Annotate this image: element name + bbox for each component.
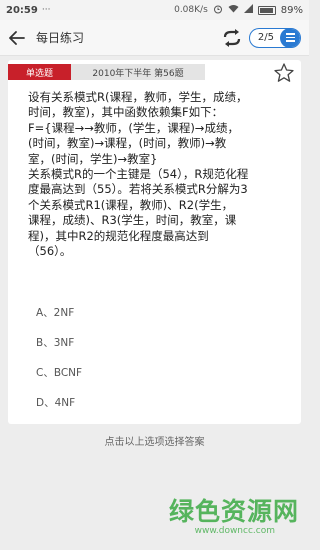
option-c[interactable]: C、BCNF [36, 366, 276, 381]
answer-hint: 点击以上选项选择答案 [104, 437, 205, 448]
alarm-icon [213, 4, 223, 17]
exam-source-tag: 2010年下半年 第56题 [71, 64, 205, 80]
notification-dots: ··· [41, 5, 51, 15]
answer-options: A、2NF B、3NF C、BCNF D、4NF [36, 306, 276, 426]
question-line: F={课程→→教师，(学生，课程)→成绩， [28, 120, 239, 135]
page-title: 每日练习 [36, 31, 85, 45]
question-line: 关系模式R的一个主键是（54），R规范化程 [28, 167, 249, 182]
question-line: 个关系模式R1(课程，教师)、R2(学生， [28, 197, 234, 212]
question-card: 单选题 2010年下半年 第56题 设有关系模式R(课程，教师，学生，成绩， 时… [8, 60, 301, 424]
question-line: 度最高达到（55）。若将关系模式R分解为3 [28, 182, 248, 197]
question-pager[interactable]: 2/5 [248, 27, 301, 48]
question-line: 时间，教室)，其中函数依赖集F如下： [28, 105, 224, 120]
network-speed: 0.08K/s [174, 5, 208, 15]
question-line: 程)，其中R2的规范化程度最高达到 [28, 228, 209, 243]
signal-icon [243, 4, 253, 16]
status-bar: 20:59 ··· 0.08K/s 89% [0, 0, 309, 20]
option-b[interactable]: B、3NF [36, 336, 276, 351]
wifi-icon [228, 4, 239, 16]
watermark-main: 绿色资源网 [168, 497, 299, 526]
question-line: 室，(时间，学生)→教室} [28, 151, 158, 166]
question-tags: 单选题 2010年下半年 第56题 [8, 64, 205, 80]
switch-refresh-icon[interactable] [221, 27, 243, 49]
list-icon[interactable] [280, 28, 300, 47]
option-a[interactable]: A、2NF [36, 306, 276, 321]
question-line: 设有关系模式R(课程，教师，学生，成绩， [28, 90, 248, 104]
question-line: 课程，成绩)、R3(学生，时间，教室，课 [28, 213, 237, 228]
back-arrow-icon[interactable] [8, 29, 26, 47]
question-line: (时间，教室)→课程，(时间，教师)→教 [28, 136, 227, 151]
question-text: 设有关系模式R(课程，教师，学生，成绩， 时间，教室)，其中函数依赖集F如下： … [28, 90, 292, 259]
pager-text: 2/5 [257, 32, 274, 43]
battery-icon [257, 5, 276, 15]
question-line: （56）。 [28, 244, 72, 259]
status-time: 20:59 [6, 4, 38, 16]
battery-level: 89% [280, 4, 303, 16]
option-d[interactable]: D、4NF [36, 396, 276, 411]
favorite-star-icon[interactable] [273, 62, 295, 84]
question-type-tag: 单选题 [8, 64, 71, 80]
app-header: 每日练习 2/5 [0, 20, 309, 56]
watermark-logo: 绿色资源网 www.downcc.com [144, 497, 299, 537]
watermark-url: www.downcc.com [194, 526, 275, 536]
